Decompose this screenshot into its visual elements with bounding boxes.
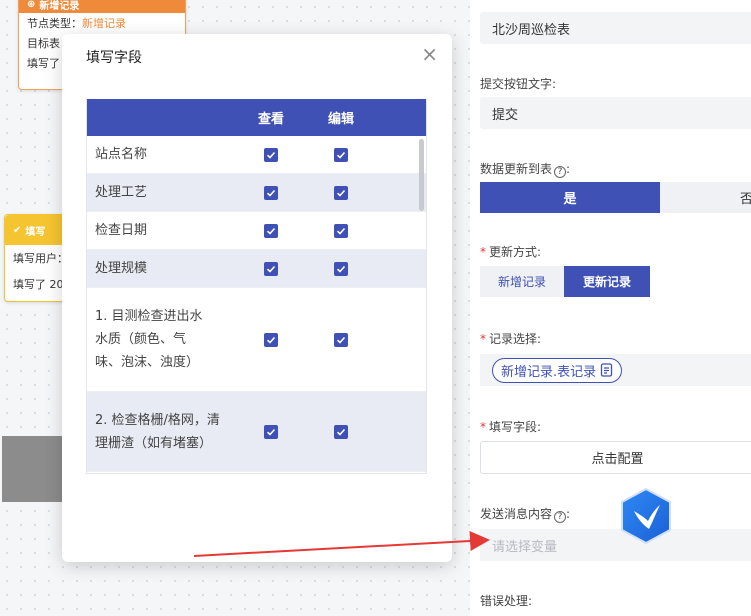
record-pill-text: 新增记录.表记录 xyxy=(501,364,597,380)
table-header: 查看 编辑 xyxy=(87,99,426,136)
configure-button[interactable]: 点击配置 xyxy=(480,441,751,474)
table-scrollbar[interactable] xyxy=(419,139,424,211)
close-icon[interactable]: × xyxy=(421,44,438,64)
view-checkbox[interactable] xyxy=(264,223,278,238)
field-name: 处理规模 xyxy=(95,261,148,276)
update-mode-label: * 更新方式: xyxy=(480,243,541,260)
help-icon[interactable]: ? xyxy=(554,166,567,178)
record-select-label: * 记录选择: xyxy=(480,330,541,347)
variable-select[interactable]: 请选择变量 xyxy=(480,529,751,561)
view-checkbox[interactable] xyxy=(264,261,278,276)
fill-fields-label: * 填写字段: xyxy=(480,418,541,435)
record-pill[interactable]: 新增记录.表记录 xyxy=(492,357,623,383)
table-row: 1. 目测检查进出水水质（颜色、气味、泡沫、浊度） xyxy=(87,288,426,392)
required-mark: * xyxy=(480,245,486,259)
update-to-table-label: 数据更新到表?: xyxy=(480,162,571,178)
node-add-record-header: ⊕ 新增记录 xyxy=(19,0,185,13)
view-checkbox[interactable] xyxy=(264,185,278,200)
view-checkbox[interactable] xyxy=(264,332,278,347)
table-row: 检查日期 xyxy=(87,212,426,250)
fields-table: 查看 编辑 站点名称 处理工艺 检查日期 处理规模 1. 目测检查进出水水质（颜… xyxy=(86,99,427,474)
bird-logo-icon xyxy=(621,487,671,545)
node-type-label: 节点类型： xyxy=(27,17,82,30)
field-name: 站点名称 xyxy=(95,147,148,162)
node-type-value: 新增记录 xyxy=(82,17,126,30)
required-mark: * xyxy=(480,420,486,434)
edit-checkbox[interactable] xyxy=(334,185,348,200)
send-msg-label: 发送消息内容?: xyxy=(480,507,571,523)
field-name: 处理工艺 xyxy=(95,185,148,200)
submit-label: 提交按钮文字: xyxy=(480,77,557,91)
edit-checkbox[interactable] xyxy=(334,332,348,347)
header-edit: 编辑 xyxy=(327,112,354,127)
error-handling-label: 错误处理: xyxy=(480,594,533,608)
fill-fields-text: 填写字段: xyxy=(489,420,542,434)
table-row: 站点名称 xyxy=(87,136,426,174)
header-view: 查看 xyxy=(257,112,284,127)
edit-checkbox[interactable] xyxy=(334,147,348,162)
field-name: 1. 目测检查进出水水质（颜色、气味、泡沫、浊度） xyxy=(95,309,203,370)
table-name-field[interactable]: 北沙周巡检表 xyxy=(480,12,751,44)
help-icon[interactable]: ? xyxy=(554,511,567,523)
update-mode-text: 更新方式: xyxy=(489,245,542,259)
table-row: 2. 检查格栅/格网，清理栅渣（如有堵塞） xyxy=(87,392,426,472)
required-mark: * xyxy=(480,332,486,346)
table-row: 处理规模 xyxy=(87,250,426,288)
edit-checkbox[interactable] xyxy=(334,424,348,439)
view-checkbox[interactable] xyxy=(264,424,278,439)
no-button[interactable]: 否 xyxy=(660,182,751,213)
node-fill-title: 填写 xyxy=(25,226,46,238)
node-type-row: 节点类型：新增记录 xyxy=(19,13,185,33)
view-checkbox[interactable] xyxy=(264,147,278,162)
edit-checkbox[interactable] xyxy=(334,223,348,238)
send-msg-text: 发送消息内容 xyxy=(480,507,553,521)
node-add-record-title: 新增记录 xyxy=(39,0,80,12)
record-select-field[interactable]: 新增记录.表记录 xyxy=(480,354,751,386)
plus-icon: ⊕ xyxy=(27,0,36,10)
yes-button[interactable]: 是 xyxy=(480,182,660,213)
submit-text-field[interactable]: 提交 xyxy=(480,97,751,129)
mode-update-button[interactable]: 更新记录 xyxy=(564,266,650,297)
config-panel: 北沙周巡检表 提交按钮文字: 提交 数据更新到表?: 是 否 * 更新方式: 新增… xyxy=(470,0,751,616)
update-mode-toggle: 新增记录 更新记录 xyxy=(480,266,650,297)
modal-title: 填写字段 xyxy=(86,50,142,66)
record-doc-icon xyxy=(600,363,613,377)
edit-checkbox[interactable] xyxy=(334,261,348,276)
check-circle-icon: ✔ xyxy=(13,224,22,236)
update-to-table-text: 数据更新到表 xyxy=(480,162,553,176)
fill-fields-modal: 填写字段 × 查看 编辑 站点名称 处理工艺 检查日期 处理规模 1. 目测检查… xyxy=(62,34,452,562)
record-select-text: 记录选择: xyxy=(489,332,542,346)
table-row: 处理工艺 xyxy=(87,174,426,212)
update-to-table-toggle: 是 否 xyxy=(480,182,751,213)
mode-new-button[interactable]: 新增记录 xyxy=(480,266,564,297)
field-name: 2. 检查格栅/格网，清理栅渣（如有堵塞） xyxy=(95,412,220,451)
field-name: 检查日期 xyxy=(95,223,148,238)
